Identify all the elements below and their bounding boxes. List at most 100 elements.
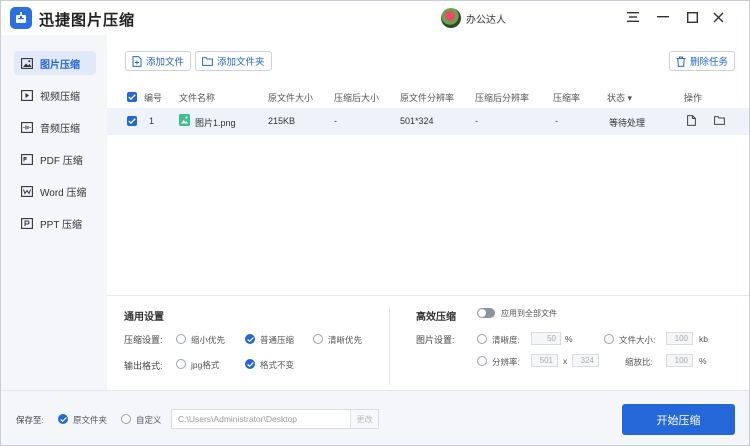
radio-normal-compress[interactable] [245,334,255,344]
source-folder-label[interactable]: 原文件夹 [73,414,107,426]
radio-file-size[interactable] [604,334,614,344]
col-comp-res: 压缩后分辨率 [475,93,530,103]
table-header: 编号 文件名称 原文件大小 压缩后大小 原文件分辨率 压缩后分辨率 压缩率 状态… [107,87,749,107]
output-format-label: 输出格式: [124,361,163,371]
resolution-height-input[interactable]: 324 [572,354,599,367]
option-normal-compress[interactable]: 普通压缩 [260,334,294,346]
clarity-input[interactable]: 50 [531,332,561,345]
sidebar-item-video[interactable]: 视频压缩 [14,83,96,107]
option-shrink-first[interactable]: 缩小优先 [191,334,225,346]
col-orig-size: 原文件大小 [268,93,314,103]
sidebar-item-pdf[interactable]: PDF 压缩 [14,147,96,171]
row-checkbox[interactable] [127,116,137,126]
apply-all-toggle[interactable] [477,308,495,318]
file-size-input[interactable]: 100 [666,332,693,345]
minimize-icon[interactable] [655,9,671,25]
add-file-button[interactable]: 添加文件 [125,51,192,71]
username[interactable]: 办公达人 [466,11,506,26]
row-ratio: - [555,116,558,126]
add-file-label: 添加文件 [146,57,185,68]
file-size-label: 文件大小: [619,335,656,345]
radio-custom[interactable] [121,414,131,424]
row-status: 等待处理 [609,118,646,128]
title-bar: 迅捷图片压缩 办公达人 [1,1,749,35]
col-comp-size: 压缩后大小 [334,93,380,103]
maximize-icon[interactable] [684,9,700,25]
sidebar-item-label: 音频压缩 [40,123,80,135]
clarity-unit: % [565,334,573,344]
sidebar: 图片压缩 视频压缩 音频压缩 PDF 压缩 Word 压缩 PPT 压缩 [1,35,107,390]
scale-label: 缩放比: [625,357,653,367]
radio-shrink-first[interactable] [176,334,186,344]
radio-clarity[interactable] [477,334,487,344]
avatar[interactable] [441,8,461,28]
word-icon [21,185,33,197]
add-folder-label: 添加文件夹 [217,57,265,68]
sidebar-item-label: 视频压缩 [40,91,80,103]
radio-clarity-first[interactable] [313,334,323,344]
option-clarity-first[interactable]: 清晰优先 [328,334,362,346]
general-settings-title: 通用设置 [124,312,164,323]
close-icon[interactable] [710,9,726,25]
col-name: 文件名称 [179,93,216,103]
resolution-x: x [563,356,568,366]
option-jpg-format[interactable]: jpg格式 [191,359,219,371]
row-orig-res: 501*324 [400,116,434,126]
pdf-icon [21,153,33,165]
save-path-input[interactable]: C:\Users\Administrator\Desktop [171,409,379,429]
sidebar-item-ppt[interactable]: PPT 压缩 [14,211,96,235]
app-logo-icon [10,7,32,29]
start-compress-button[interactable]: 开始压缩 [622,404,735,435]
audio-icon [21,121,33,133]
row-comp-size: - [334,116,337,126]
row-orig-size: 215KB [268,116,296,126]
delete-task-button[interactable]: 删除任务 [669,51,736,71]
radio-resolution[interactable] [477,356,487,366]
advanced-settings-title: 高效压缩 [416,312,456,323]
scale-input[interactable]: 100 [666,354,693,367]
add-file-icon [132,55,142,67]
change-path-button[interactable]: 更改 [350,410,378,428]
row-index: 1 [149,116,155,126]
image-icon [21,57,33,69]
select-all-checkbox[interactable] [127,92,137,102]
delete-task-label: 删除任务 [690,57,729,68]
resolution-label: 分辨率: [492,357,520,367]
scale-unit: % [699,356,707,366]
video-icon [21,89,33,101]
save-to-label: 保存至: [16,415,44,425]
add-folder-button[interactable]: 添加文件夹 [195,51,272,71]
apply-all-label: 应用到全部文件 [501,309,557,318]
radio-jpg-format[interactable] [176,359,186,369]
trash-icon [676,56,686,67]
compress-settings-label: 压缩设置: [124,335,163,345]
caret-down-icon: ▾ [627,93,633,103]
sidebar-item-image[interactable]: 图片压缩 [14,51,96,75]
row-comp-res: - [475,116,478,126]
sidebar-item-label: PDF 压缩 [40,155,83,167]
folder-icon [202,56,213,66]
col-status[interactable]: 状态 ▾ [607,91,632,104]
radio-source-folder[interactable] [58,414,68,424]
col-index: 编号 [144,93,163,103]
sidebar-item-audio[interactable]: 音频压缩 [14,115,96,139]
menu-icon[interactable] [625,9,641,25]
sidebar-item-word[interactable]: Word 压缩 [14,179,96,203]
app-window: 迅捷图片压缩 办公达人 图片压缩 视频压缩 音频压缩 PDF 压缩 Word 压… [0,0,750,446]
col-actions: 操作 [684,93,703,103]
settings-divider [389,307,390,385]
radio-format-unchanged[interactable] [245,359,255,369]
ppt-icon [21,217,33,229]
resolution-width-input[interactable]: 501 [531,354,558,367]
user-profile[interactable]: 办公达人 [441,8,506,28]
table-row[interactable]: 1 图片1.png 215KB - 501*324 - - 等待处理 [107,108,749,135]
col-status-label: 状态 [607,93,626,103]
sidebar-item-label: Word 压缩 [40,187,87,199]
clarity-label: 清晰度: [492,335,520,345]
custom-label[interactable]: 自定义 [136,414,162,426]
view-file-icon[interactable] [687,115,696,128]
option-format-unchanged[interactable]: 格式不变 [260,359,294,371]
image-settings-label: 图片设置: [416,335,455,345]
col-ratio: 压缩率 [553,93,581,103]
open-folder-icon[interactable] [714,116,725,127]
